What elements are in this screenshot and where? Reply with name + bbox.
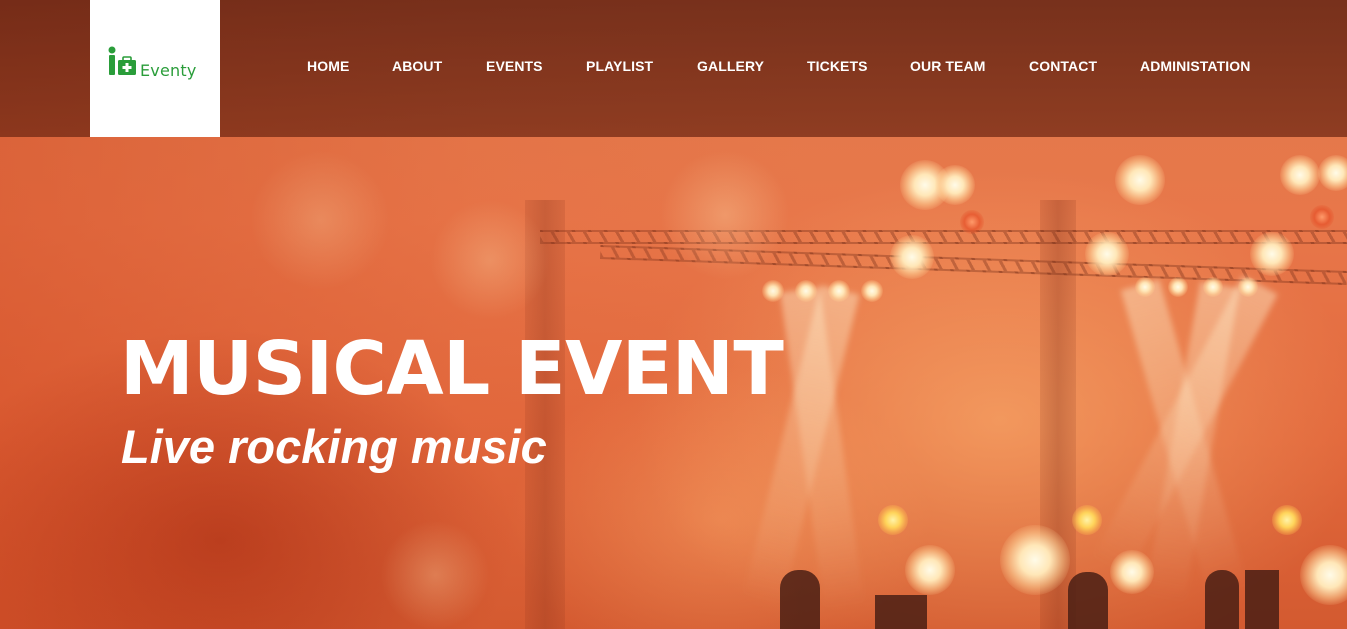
nav-home[interactable]: HOME (307, 58, 349, 74)
nav-gallery[interactable]: GALLERY (697, 58, 764, 74)
hero-banner: Eventy HOME ABOUT EVENTS PLAYLIST GALLER… (0, 0, 1347, 629)
nav-our-team[interactable]: OUR TEAM (910, 58, 985, 74)
hero-title: MUSICAL EVENT (120, 326, 784, 412)
nav-playlist[interactable]: PLAYLIST (586, 58, 653, 74)
nav-events[interactable]: EVENTS (486, 58, 543, 74)
logo-text: Eventy (140, 61, 197, 80)
nav-contact[interactable]: CONTACT (1029, 58, 1097, 74)
nav-tickets[interactable]: TICKETS (807, 58, 868, 74)
nav-about[interactable]: ABOUT (392, 58, 442, 74)
logo[interactable]: Eventy (90, 0, 220, 137)
hero-subtitle: Live rocking music (121, 420, 547, 473)
person-briefcase-icon (108, 46, 136, 75)
nav-administation[interactable]: ADMINISTATION (1140, 58, 1250, 74)
site-header: Eventy HOME ABOUT EVENTS PLAYLIST GALLER… (0, 0, 1347, 137)
